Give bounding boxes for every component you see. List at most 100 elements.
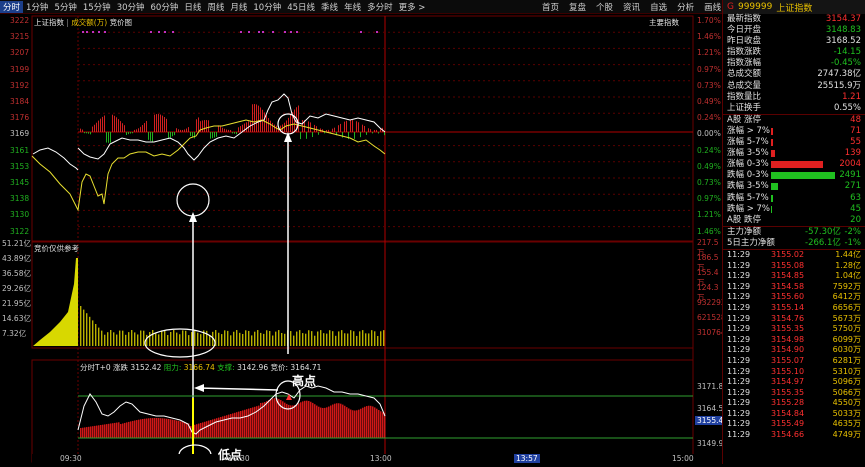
axis-tick: 0.49% [697,97,721,106]
breadth-row: 跌幅 0-3% 2491 [727,170,861,181]
breadth-row: 跌幅 3-5% 271 [727,181,861,192]
quote-row: 今日开盘 3148.83 [727,25,861,36]
tool-2[interactable]: 个股 [591,1,618,13]
axis-tick: 3130 [10,210,30,220]
volume-bars [80,306,385,346]
axis-tick: 3153 [10,161,30,171]
axis-tick: 0.73% [697,178,721,187]
axis-tick: 0.49% [697,161,721,171]
axis-tick: 29.26亿 [2,284,31,293]
tick-row: 11:29 3154.76 5673万 [727,313,861,323]
axis-tick: 0.73% [697,80,721,90]
quote-row: 上证换手 0.55% [727,102,861,113]
tab-14[interactable]: 更多 > [396,1,429,13]
tool-3[interactable]: 资讯 [618,1,645,13]
axis-tick: 36.58亿 [2,269,31,278]
quote-rows: 最新指数 3154.37 今日开盘 3148.83 昨日收盘 3168.52 指数涨跌 -14… [723,14,865,114]
flow-row: 5日主力净额 -266.1亿 -1% [727,237,861,248]
tool-1[interactable]: 复盘 [564,1,591,13]
axis-tick: 3207 [10,48,30,58]
tab-13[interactable]: 多分时 [364,1,396,13]
axis-tick: 3215 [10,32,30,42]
quote-panel: G 999999 上证指数 最新指数 3154.37 今日开盘 3148.83 昨日收盘… [722,0,865,464]
breadth-row: A股 跌停 20 [727,214,861,225]
axis-tick: 1.46% [697,226,721,236]
main-indicator-button[interactable]: 主要指数 [649,17,679,28]
axis-tick: 1.70% [697,16,721,25]
tick-row: 11:29 3155.35 5066万 [727,387,861,397]
tick-row: 11:29 3155.35 5750万 [727,324,861,334]
tool-0[interactable]: 首页 [537,1,564,13]
chart-canvas[interactable] [0,14,722,466]
t0-info-bar: 分时T+0 涨跌 3152.42 阻力: 3166.74 支撑: 3142.96… [80,363,322,372]
tab-4[interactable]: 30分钟 [114,1,148,13]
quote-row: 总成交额 2747.38亿 [727,69,861,80]
group-icon: G [727,2,734,12]
tab-12[interactable]: 年线 [341,1,364,13]
tick-row: 11:29 3155.07 6281万 [727,355,861,365]
time-tick: 10:30 [228,454,250,463]
quote-row: 总成交量 25515.9万 [727,80,861,91]
bid-volume-area [33,258,78,346]
quote-row: 指数涨跌 -14.15 [727,47,861,58]
bid-line [32,147,79,171]
quote-header: G 999999 上证指数 [723,0,865,14]
chart-area: 上证指数 | 成交额(万) 竞价图 主要指数 3222 3215 3207 3199 3… [0,14,731,466]
quote-row: 指数量比 1.21 [727,91,861,102]
volume-caption: 竞价仅供参考 [34,244,79,253]
tab-3[interactable]: 15分钟 [80,1,114,13]
tick-row: 11:29 3154.58 7592万 [727,281,861,291]
flow-row: 主力净额 -57.30亿 -2% [727,226,861,237]
breadth-row: 涨幅 > 7% 71 [727,125,861,136]
tick-row: 11:29 3155.08 1.28亿 [727,260,861,270]
bid-legend[interactable]: 竞价图 [110,18,133,27]
breadth-row: 跌幅 5-7% 63 [727,192,861,203]
tab-9[interactable]: 10分钟 [250,1,284,13]
cursor-time: 13:57 [514,454,540,463]
axis-tick: 1.21% [697,48,721,58]
tab-1[interactable]: 1分钟 [23,1,51,13]
axis-tick: 1.21% [697,210,721,220]
tick-row: 11:29 3154.90 6030万 [727,345,861,355]
quote-row: 最新指数 3154.37 [727,14,861,24]
quote-row: 指数涨幅 -0.45% [727,58,861,69]
time-tick: 15:00 [672,454,694,463]
tab-0[interactable]: 分时 [0,0,24,13]
axis-tick: 51.21亿 [2,239,31,248]
tab-10[interactable]: 45日线 [284,1,318,13]
tab-11[interactable]: 季线 [318,1,341,13]
axis-tick: 0.97% [697,194,721,204]
tick-row: 11:29 3155.02 1.44亿 [727,249,861,259]
tick-row: 11:29 3154.84 5033万 [727,408,861,418]
index-legend: 上证指数 [34,18,64,27]
tab-5[interactable]: 60分钟 [148,1,182,13]
axis-tick: 3169 [10,129,30,139]
tab-2[interactable]: 5分钟 [51,1,79,13]
axis-tick: 3184 [10,97,30,106]
tick-row: 11:29 3155.14 6656万 [727,302,861,312]
time-tick: 13:00 [370,454,392,463]
tab-6[interactable]: 日线 [181,1,204,13]
axis-tick: 0.97% [697,64,721,74]
quote-row: 昨日收盘 3168.52 [727,36,861,47]
axis-tick: 0.24% [697,145,721,155]
tab-8[interactable]: 月线 [227,1,250,13]
axis-tick: 3145 [10,178,30,187]
tick-row: 11:29 3155.28 4550万 [727,398,861,408]
tool-5[interactable]: 分析 [672,1,699,13]
axis-tick: 3199 [10,64,30,74]
breadth-row: 涨幅 5-7% 55 [727,137,861,148]
quote-code: 999999 [737,2,773,12]
tool-4[interactable]: 自选 [645,1,672,13]
tick-row: 11:29 3154.97 5096万 [727,377,861,387]
breadth-rows: A股 涨停 48 涨幅 > 7% 71 涨幅 5-7% 55 涨幅 3-5% 139 涨幅 0-… [723,113,865,226]
tab-7[interactable]: 周线 [204,1,227,13]
period-tabs: 分时 1分钟 5分钟 15分钟 30分钟 60分钟 日线 周线 月线 10分钟 45日线 季线 年线 多分… [0,0,429,13]
tick-list[interactable]: 11:29 3155.02 1.44亿 11:29 3155.08 1.28亿 11:29 3… [723,248,865,441]
axis-tick: 7.32亿 [2,329,27,338]
high-point-label: 高点 [292,374,317,388]
volume-legend: 成交额(万) [71,18,108,27]
tick-row: 11:29 3155.49 4635万 [727,419,861,429]
tick-row: 11:29 3155.60 6412万 [727,292,861,302]
flow-rows: 主力净额 -57.30亿 -2% 5日主力净额 -266.1亿 -1% [723,225,865,249]
